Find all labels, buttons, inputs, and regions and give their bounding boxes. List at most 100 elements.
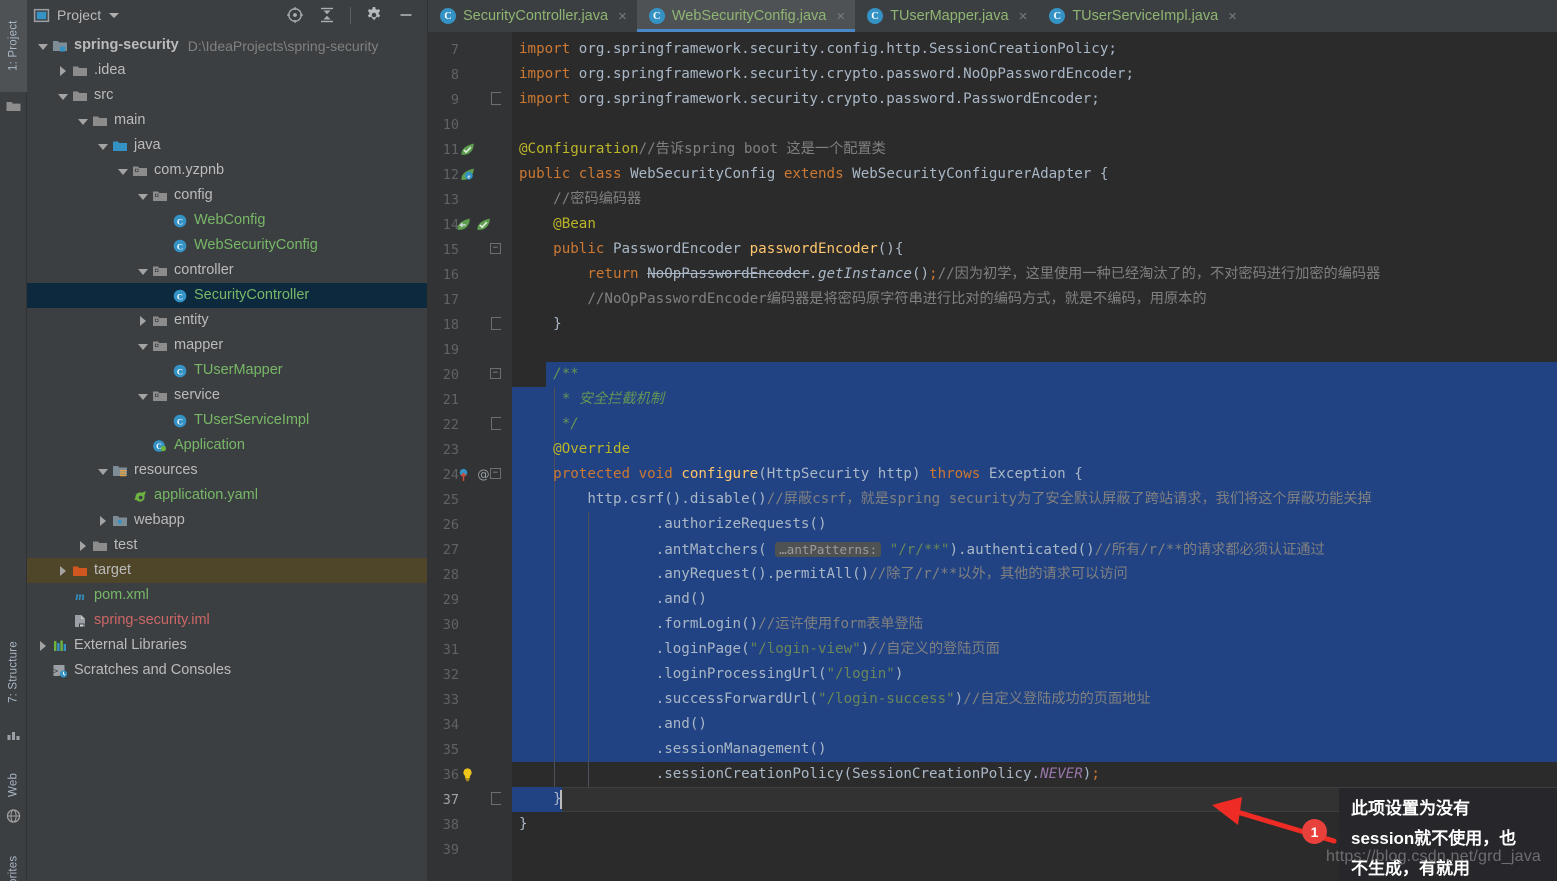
code-line-28[interactable]: .anyRequest().permitAll()//除了/r/**以外，其他的… xyxy=(512,562,1557,587)
chevron-down-icon[interactable] xyxy=(95,463,111,479)
editor-gutter[interactable]: 6789101112e131415−1617181920−21222324@−2… xyxy=(428,32,512,881)
close-icon[interactable]: × xyxy=(1019,8,1028,25)
code-line-25[interactable]: http.csrf().disable()//屏蔽csrf，就是spring s… xyxy=(512,487,1557,512)
tree-node-websecurityconfig[interactable]: C WebSecurityConfig xyxy=(27,233,427,258)
editor-tab-bar[interactable]: C SecurityController.java × C WebSecurityCon… xyxy=(428,0,1557,32)
code-line-33[interactable]: .successForwardUrl("/login-success")//自定… xyxy=(512,687,1557,712)
chevron-down-icon[interactable] xyxy=(135,388,151,404)
editor-tab-tusermapper[interactable]: C TUserMapper.java × xyxy=(855,0,1037,32)
project-tree[interactable]: spring-security D:\IdeaProjects\spring-se… xyxy=(27,30,427,881)
code-line-31[interactable]: .loginPage("/login-view")//自定义的登陆页面 xyxy=(512,637,1557,662)
code-line-29[interactable]: .and() xyxy=(512,587,1557,612)
chevron-right-icon[interactable] xyxy=(55,63,71,79)
code-line-15[interactable]: public PasswordEncoder passwordEncoder()… xyxy=(512,237,1557,262)
code-line-35[interactable]: .sessionManagement() xyxy=(512,737,1557,762)
tree-node-application[interactable]: C Application xyxy=(27,433,427,458)
code-line-7[interactable]: import org.springframework.security.conf… xyxy=(512,37,1557,62)
code-editor[interactable]: 6789101112e131415−1617181920−21222324@−2… xyxy=(428,32,1557,881)
tool-button-project[interactable]: 1: Project xyxy=(0,0,27,92)
spring-bean-icon[interactable]: e xyxy=(460,167,474,181)
fold-marker-line-9[interactable] xyxy=(428,87,512,112)
code-text[interactable]: import org.springframework.security.conf… xyxy=(512,32,1557,881)
code-line-19[interactable] xyxy=(512,337,1557,362)
code-line-26[interactable]: .authorizeRequests() xyxy=(512,512,1557,537)
code-line-14[interactable]: @Bean xyxy=(512,212,1557,237)
tree-node-tuserserviceimpl[interactable]: C TUserServiceImpl xyxy=(27,408,427,433)
tree-node-service[interactable]: service xyxy=(27,383,427,408)
tool-button-web[interactable]: Web xyxy=(0,762,27,808)
tree-node-com-yzpnb[interactable]: com.yzpnb xyxy=(27,158,427,183)
chevron-down-icon[interactable] xyxy=(35,38,51,54)
code-line-30[interactable]: .formLogin()//运许使用form表单登陆 xyxy=(512,612,1557,637)
collapse-all-icon[interactable] xyxy=(318,6,336,24)
tree-node-resources[interactable]: resources xyxy=(27,458,427,483)
tool-button-favorites[interactable]: orites xyxy=(0,845,27,881)
tree-node-entity[interactable]: entity xyxy=(27,308,427,333)
navigate-icon[interactable] xyxy=(456,217,470,231)
chevron-right-icon[interactable] xyxy=(135,313,151,329)
gear-icon[interactable] xyxy=(365,6,383,24)
code-line-36[interactable]: .sessionCreationPolicy(SessionCreationPo… xyxy=(512,762,1557,787)
chevron-down-icon[interactable] xyxy=(109,12,120,18)
tool-button-structure[interactable]: 7: Structure xyxy=(0,620,27,725)
chevron-down-icon[interactable] xyxy=(75,113,91,129)
intention-bulb-icon[interactable] xyxy=(460,767,474,782)
tree-node-spring-security[interactable]: spring-security D:\IdeaProjects\spring-se… xyxy=(27,33,427,58)
close-icon[interactable]: × xyxy=(1228,8,1237,25)
code-line-9[interactable]: import org.springframework.security.cryp… xyxy=(512,87,1557,112)
code-line-27[interactable]: .antMatchers( …antPatterns: "/r/**").aut… xyxy=(512,537,1557,562)
code-line-21[interactable]: * 安全拦截机制 xyxy=(512,387,1557,412)
code-line-16[interactable]: return NoOpPasswordEncoder.getInstance()… xyxy=(512,262,1557,287)
tree-node-src[interactable]: src xyxy=(27,83,427,108)
code-line-10[interactable] xyxy=(512,112,1557,137)
fold-marker-line-15[interactable]: − xyxy=(428,237,512,262)
code-line-8[interactable]: import org.springframework.security.cryp… xyxy=(512,62,1557,87)
code-line-12[interactable]: public class WebSecurityConfig extends W… xyxy=(512,162,1557,187)
code-line-11[interactable]: @Configuration//告诉spring boot 这是一个配置类 xyxy=(512,137,1557,162)
chevron-down-icon[interactable] xyxy=(135,338,151,354)
editor-tab-tuserserviceimpl[interactable]: C TUserServiceImpl.java × xyxy=(1037,0,1247,32)
spring-bean-check-icon[interactable] xyxy=(460,142,474,156)
tree-node-controller[interactable]: controller xyxy=(27,258,427,283)
code-line-23[interactable]: @Override xyxy=(512,437,1557,462)
tree-node-pom-xml[interactable]: m pom.xml xyxy=(27,583,427,608)
tree-node-java[interactable]: java xyxy=(27,133,427,158)
locate-icon[interactable] xyxy=(286,6,304,24)
spring-bean-check-icon[interactable] xyxy=(476,217,490,231)
code-line-18[interactable]: } xyxy=(512,312,1557,337)
editor-tab-securitycontroller[interactable]: C SecurityController.java × xyxy=(428,0,637,32)
code-line-17[interactable]: //NoOpPasswordEncoder编码器是将密码原字符串进行比对的编码方… xyxy=(512,287,1557,312)
chevron-right-icon[interactable] xyxy=(55,563,71,579)
chevron-down-icon[interactable] xyxy=(135,263,151,279)
tree-node-spring-security-iml[interactable]: spring-security.iml xyxy=(27,608,427,633)
tree-node-tusermapper[interactable]: C TUserMapper xyxy=(27,358,427,383)
close-icon[interactable]: × xyxy=(836,8,845,25)
tree-node-target[interactable]: target xyxy=(27,558,427,583)
code-line-32[interactable]: .loginProcessingUrl("/login") xyxy=(512,662,1557,687)
tree-node-webconfig[interactable]: C WebConfig xyxy=(27,208,427,233)
chevron-right-icon[interactable] xyxy=(35,638,51,654)
code-line-20[interactable]: /** xyxy=(512,362,1557,387)
code-line-22[interactable]: */ xyxy=(512,412,1557,437)
tree-node-config[interactable]: config xyxy=(27,183,427,208)
close-icon[interactable]: × xyxy=(618,8,627,25)
chevron-down-icon[interactable] xyxy=(115,163,131,179)
tree-node-external-libraries[interactable]: External Libraries xyxy=(27,633,427,658)
tree-node-webapp[interactable]: webapp xyxy=(27,508,427,533)
fold-marker-line-18[interactable] xyxy=(428,312,512,337)
fold-marker-line-22[interactable] xyxy=(428,412,512,437)
chevron-down-icon[interactable] xyxy=(95,138,111,154)
code-line-24[interactable]: protected void configure(HttpSecurity ht… xyxy=(512,462,1557,487)
tree-node-main[interactable]: main xyxy=(27,108,427,133)
tree-node-idea[interactable]: .idea xyxy=(27,58,427,83)
tree-node-scratches-and-consoles[interactable]: >_ Scratches and Consoles xyxy=(27,658,427,683)
tree-node-test[interactable]: test xyxy=(27,533,427,558)
code-line-34[interactable]: .and() xyxy=(512,712,1557,737)
chevron-right-icon[interactable] xyxy=(95,513,111,529)
chevron-down-icon[interactable] xyxy=(135,188,151,204)
fold-marker-line-24[interactable]: − xyxy=(428,462,512,487)
tree-node-application-yaml[interactable]: application.yaml xyxy=(27,483,427,508)
minimize-icon[interactable] xyxy=(397,6,415,24)
tree-node-mapper[interactable]: mapper xyxy=(27,333,427,358)
editor-tab-websecurityconfig[interactable]: C WebSecurityConfig.java × xyxy=(636,0,856,32)
